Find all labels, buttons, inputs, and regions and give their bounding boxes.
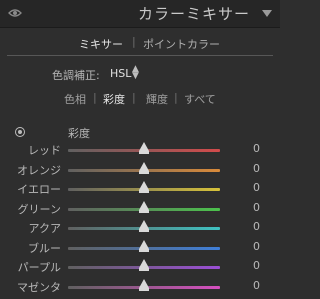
slider-value[interactable]: 0 xyxy=(253,162,260,175)
slider-thumb[interactable] xyxy=(139,279,149,291)
tab-luminance[interactable]: 輝度 xyxy=(146,91,168,107)
slider-value[interactable]: 0 xyxy=(253,220,260,233)
divider xyxy=(7,55,273,56)
target-adjustment-icon[interactable] xyxy=(15,127,25,137)
slider-thumb[interactable] xyxy=(139,201,149,213)
section-title: 彩度 xyxy=(68,127,90,140)
slider-label: グリーン xyxy=(17,203,61,216)
eye-icon[interactable] xyxy=(8,8,22,18)
slider-label: アクア xyxy=(28,222,61,235)
slider-value[interactable]: 0 xyxy=(253,142,260,155)
panel-title: カラーミキサー xyxy=(137,5,250,23)
slider-row-blue: ブルー 0 xyxy=(7,239,273,257)
slider-value[interactable]: 0 xyxy=(253,259,260,272)
sub-tabs: 色相 | 彩度 | 輝度 | すべて xyxy=(7,91,273,107)
slider-row-green: グリーン 0 xyxy=(7,200,273,218)
color-mixer-content: ミキサー | ポイントカラー 色調補正: HSL ▲ ▼ 色相 | 彩度 | 輝度… xyxy=(7,29,273,299)
slider-value[interactable]: 0 xyxy=(253,201,260,214)
tab-separator: | xyxy=(93,91,97,104)
slider-label: レッド xyxy=(28,144,61,157)
slider-value[interactable]: 0 xyxy=(253,240,260,253)
tab-hue[interactable]: 色相 xyxy=(64,91,86,107)
slider-row-yellow: イエロー 0 xyxy=(7,180,273,198)
adjust-label: 色調補正: xyxy=(52,69,100,82)
tab-separator: | xyxy=(132,35,136,48)
triangle-down-icon[interactable] xyxy=(262,10,272,17)
slider-row-purple: パープル 0 xyxy=(7,258,273,276)
tab-separator: | xyxy=(132,91,136,104)
slider-thumb[interactable] xyxy=(139,220,149,232)
slider-value[interactable]: 0 xyxy=(253,181,260,194)
mode-tabs: ミキサー | ポイントカラー xyxy=(7,34,273,52)
slider-label: パープル xyxy=(17,261,61,274)
slider-row-red: レッド 0 xyxy=(7,141,273,159)
panel-header[interactable]: カラーミキサー xyxy=(0,0,280,28)
up-down-arrows-icon[interactable]: ▲ ▼ xyxy=(132,65,139,81)
tab-mixer[interactable]: ミキサー xyxy=(79,36,123,52)
slider-thumb[interactable] xyxy=(139,259,149,271)
slider-value[interactable]: 0 xyxy=(253,279,260,292)
slider-label: オレンジ xyxy=(17,164,61,177)
tab-separator: | xyxy=(174,91,178,104)
adjust-row: 色調補正: HSL ▲ ▼ xyxy=(7,65,273,83)
slider-row-orange: オレンジ 0 xyxy=(7,161,273,179)
tab-saturation[interactable]: 彩度 xyxy=(103,91,125,107)
slider-row-aqua: アクア 0 xyxy=(7,219,273,237)
slider-thumb[interactable] xyxy=(139,162,149,174)
tab-point-color[interactable]: ポイントカラー xyxy=(143,36,220,52)
slider-thumb[interactable] xyxy=(139,181,149,193)
slider-row-magenta: マゼンタ 0 xyxy=(7,278,273,296)
slider-label: ブルー xyxy=(28,242,61,255)
slider-label: イエロー xyxy=(17,183,61,196)
slider-thumb[interactable] xyxy=(139,142,149,154)
slider-thumb[interactable] xyxy=(139,240,149,252)
slider-label: マゼンタ xyxy=(17,281,61,294)
adjust-dropdown[interactable]: HSL xyxy=(110,67,131,80)
tab-all[interactable]: すべて xyxy=(184,91,216,107)
